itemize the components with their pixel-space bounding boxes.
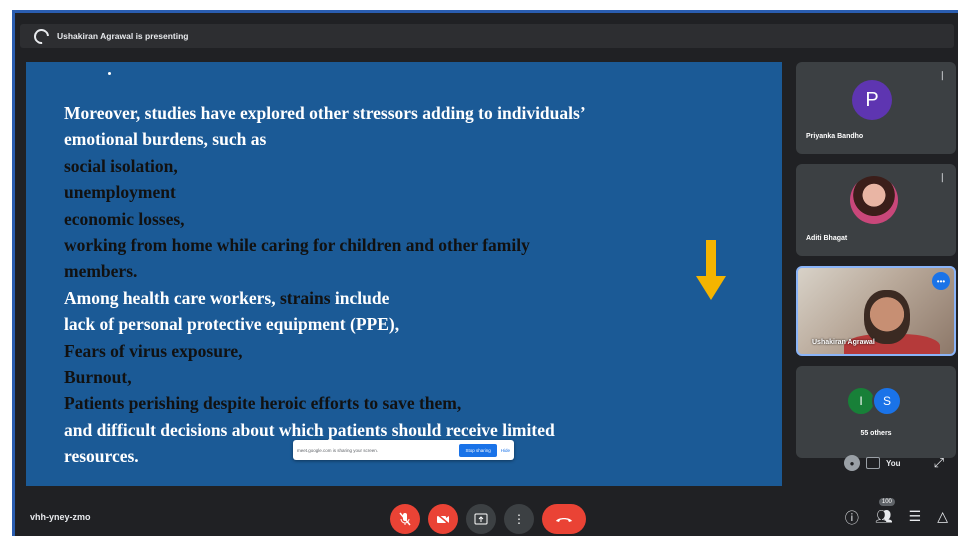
slide-text-segment: personal protective equipment (PPE), bbox=[118, 314, 400, 335]
avatar: S bbox=[872, 386, 902, 416]
participant-name: Priyanka Bandho bbox=[806, 133, 864, 140]
people-icon[interactable]: 👥︎ 100 bbox=[875, 498, 895, 528]
present-icon[interactable] bbox=[466, 504, 496, 534]
slide-text-segment: Fears of virus exposure, bbox=[64, 340, 243, 361]
slide-text-segment: include bbox=[330, 287, 390, 308]
presenting-banner: Ushakiran Agrawal is presenting bbox=[20, 24, 954, 48]
slide-text-segment: Patients perishing despite heroic effort… bbox=[64, 393, 462, 414]
bottom-toolbar: vhh-yney-zmo ⋮ ⓘ 👥︎ 100 ☰ △ bbox=[15, 498, 958, 536]
participants-badge: 100 bbox=[878, 498, 895, 506]
call-controls: ⋮ bbox=[390, 504, 586, 534]
slide-text-segment: Moreover, studies have explored bbox=[64, 103, 310, 123]
self-view-label: You bbox=[886, 458, 901, 468]
slide-text-segment: lack of bbox=[64, 314, 119, 335]
slide-text-segment: emotional burdens, such as bbox=[64, 129, 267, 150]
participant-tile-aditi[interactable]: ❘ Aditi Bhagat bbox=[796, 164, 956, 256]
camera-off-icon bbox=[866, 457, 880, 469]
mic-off-icon[interactable] bbox=[390, 504, 420, 534]
presenting-text: Ushakiran Agrawal is presenting bbox=[57, 31, 189, 41]
slide-line: working from home while caring for child… bbox=[64, 232, 744, 258]
slide-line: economic losses, bbox=[64, 206, 744, 232]
avatar: P bbox=[852, 80, 892, 120]
share-message: meet.google.com is sharing your screen. bbox=[297, 447, 379, 453]
others-tile[interactable]: I S 55 others bbox=[796, 366, 956, 458]
participant-name: Aditi Bhagat bbox=[806, 235, 848, 242]
slide-line: Fears of virus exposure, bbox=[64, 338, 744, 364]
meeting-code: vhh-yney-zmo bbox=[30, 512, 91, 522]
info-icon[interactable]: ⓘ bbox=[845, 508, 859, 528]
activities-icon[interactable]: △ bbox=[937, 508, 948, 528]
slide-line: Among health care workers, strains inclu… bbox=[64, 285, 744, 311]
right-actions: ⓘ 👥︎ 100 ☰ △ bbox=[845, 498, 948, 528]
mic-off-icon: ❘ bbox=[938, 70, 946, 80]
slide-text-segment: resources. bbox=[64, 446, 139, 467]
camera-off-icon[interactable] bbox=[428, 504, 458, 534]
down-arrow-icon bbox=[696, 240, 726, 300]
slide-text-segment: unemployment bbox=[64, 182, 176, 203]
more-options-icon[interactable]: ••• bbox=[932, 272, 950, 290]
screen-share-notice: meet.google.com is sharing your screen. … bbox=[293, 440, 514, 460]
more-options-icon[interactable]: ⋮ bbox=[504, 504, 534, 534]
slide-text-segment: economic losses, bbox=[64, 208, 185, 229]
stop-sharing-button[interactable]: Stop sharing bbox=[459, 443, 497, 457]
slide-text-segment: working from home while caring for child… bbox=[64, 235, 530, 256]
shared-screen: Moreover, studies have explored other st… bbox=[26, 62, 782, 486]
slide-line: unemployment bbox=[64, 179, 744, 205]
slide-line: Patients perishing despite heroic effort… bbox=[64, 390, 744, 416]
self-avatar: ● bbox=[844, 455, 860, 471]
slide-line: lack of personal protective equipment (P… bbox=[64, 311, 744, 337]
avatar bbox=[850, 176, 898, 224]
slide-text-segment: other stressors adding to individuals’ bbox=[309, 103, 586, 123]
hide-button[interactable]: Hide bbox=[501, 448, 510, 453]
mic-off-icon: ❘ bbox=[938, 172, 946, 182]
slide-line: members. bbox=[64, 258, 744, 284]
slide-text-segment: Burnout, bbox=[64, 367, 132, 388]
participant-tile-priyanka[interactable]: ❘ P Priyanka Bandho bbox=[796, 62, 956, 154]
slide-dot bbox=[108, 72, 111, 75]
slide-text: Moreover, studies have explored other st… bbox=[64, 100, 744, 470]
chat-icon[interactable]: ☰ bbox=[909, 508, 922, 528]
slide-text-segment: Among health care workers, bbox=[64, 287, 280, 308]
others-count: 55 others bbox=[860, 430, 892, 437]
slide-line: emotional burdens, such as bbox=[64, 126, 744, 152]
presenting-icon bbox=[30, 25, 53, 47]
self-view-bar: ● You ⤢ bbox=[840, 450, 952, 476]
slide-line: social isolation, bbox=[64, 153, 744, 179]
slide-text-segment: strains bbox=[279, 287, 331, 308]
video-face bbox=[864, 290, 910, 344]
slide-text-segment: and difficult decisions about which pati… bbox=[64, 419, 555, 440]
slide-line: Burnout, bbox=[64, 364, 744, 390]
participant-name: Ushakiran Agrawal bbox=[812, 339, 875, 346]
slide-text-segment: members. bbox=[64, 261, 138, 282]
end-call-icon[interactable] bbox=[542, 504, 586, 534]
slide-line: Moreover, studies have explored other st… bbox=[64, 100, 744, 126]
participant-tile-ushakiran[interactable]: ••• Ushakiran Agrawal bbox=[796, 266, 956, 356]
slide-text-segment: social isolation, bbox=[64, 155, 178, 176]
expand-icon[interactable]: ⤢ bbox=[934, 455, 944, 471]
